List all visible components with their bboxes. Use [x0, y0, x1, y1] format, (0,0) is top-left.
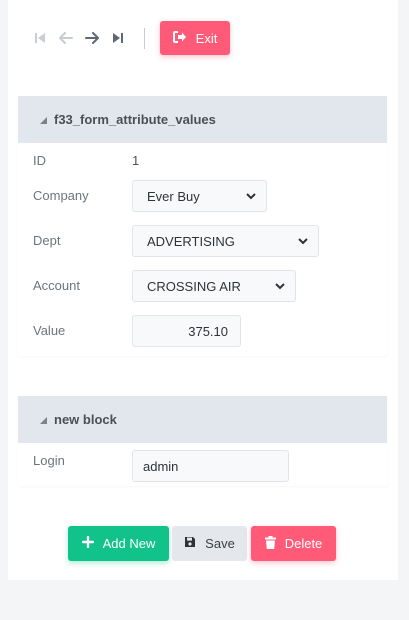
id-row: ID 1: [18, 143, 387, 178]
exit-label: Exit: [195, 30, 218, 46]
company-row: Company Ever Buy: [18, 178, 387, 223]
collapse-caret-icon: [40, 112, 47, 127]
id-value: 1: [132, 153, 140, 168]
value-input[interactable]: 375.10: [132, 315, 241, 347]
trash-icon: [264, 535, 276, 552]
new-block-panel: new block Login admin: [18, 396, 387, 486]
company-select[interactable]: Ever Buy: [132, 180, 267, 212]
last-record-icon[interactable]: [108, 28, 128, 48]
next-record-icon[interactable]: [82, 28, 102, 48]
account-selected-value: CROSSING AIR: [147, 278, 241, 294]
dept-row: Dept ADVERTISING: [18, 223, 387, 268]
panel-title: new block: [54, 412, 117, 427]
add-new-button[interactable]: Add New: [68, 526, 169, 561]
dept-select[interactable]: ADVERTISING: [132, 225, 319, 257]
record-toolbar: Exit: [8, 0, 398, 76]
save-label: Save: [205, 536, 235, 551]
panel-header[interactable]: f33_form_attribute_values: [18, 96, 387, 143]
dept-label: Dept: [33, 233, 61, 248]
login-input[interactable]: admin: [132, 450, 289, 482]
delete-label: Delete: [284, 536, 323, 551]
company-label: Company: [33, 188, 89, 203]
chevron-down-icon: [246, 192, 256, 200]
panel-header[interactable]: new block: [18, 396, 387, 443]
value-row: Value 375.10: [18, 313, 387, 358]
account-label: Account: [33, 278, 80, 293]
dept-selected-value: ADVERTISING: [147, 233, 235, 249]
floppy-disk-icon: [184, 536, 196, 551]
attribute-values-panel: f33_form_attribute_values ID 1 Company E…: [18, 96, 387, 356]
id-label: ID: [33, 153, 46, 168]
account-select[interactable]: CROSSING AIR: [132, 270, 296, 302]
collapse-caret-icon: [40, 412, 47, 427]
value-label: Value: [33, 323, 66, 338]
chevron-down-icon: [275, 282, 285, 290]
previous-record-icon[interactable]: [56, 28, 76, 48]
first-record-icon[interactable]: [30, 28, 50, 48]
account-row: Account CROSSING AIR: [18, 268, 387, 313]
exit-button[interactable]: Exit: [160, 21, 230, 55]
login-row: Login admin: [18, 443, 387, 488]
chevron-down-icon: [298, 237, 308, 245]
delete-button[interactable]: Delete: [251, 526, 336, 561]
login-input-text: admin: [143, 458, 179, 474]
sign-out-icon: [172, 30, 187, 46]
panel-title: f33_form_attribute_values: [54, 112, 216, 127]
save-button[interactable]: Save: [172, 526, 247, 561]
plus-icon: [81, 535, 94, 551]
add-new-label: Add New: [102, 536, 156, 551]
company-selected-value: Ever Buy: [147, 188, 200, 204]
value-input-text: 375.10: [188, 323, 228, 339]
login-label: Login: [33, 453, 65, 468]
toolbar-divider: [144, 28, 145, 49]
form-page: Exit f33_form_attribute_values ID 1 Comp…: [8, 0, 398, 580]
